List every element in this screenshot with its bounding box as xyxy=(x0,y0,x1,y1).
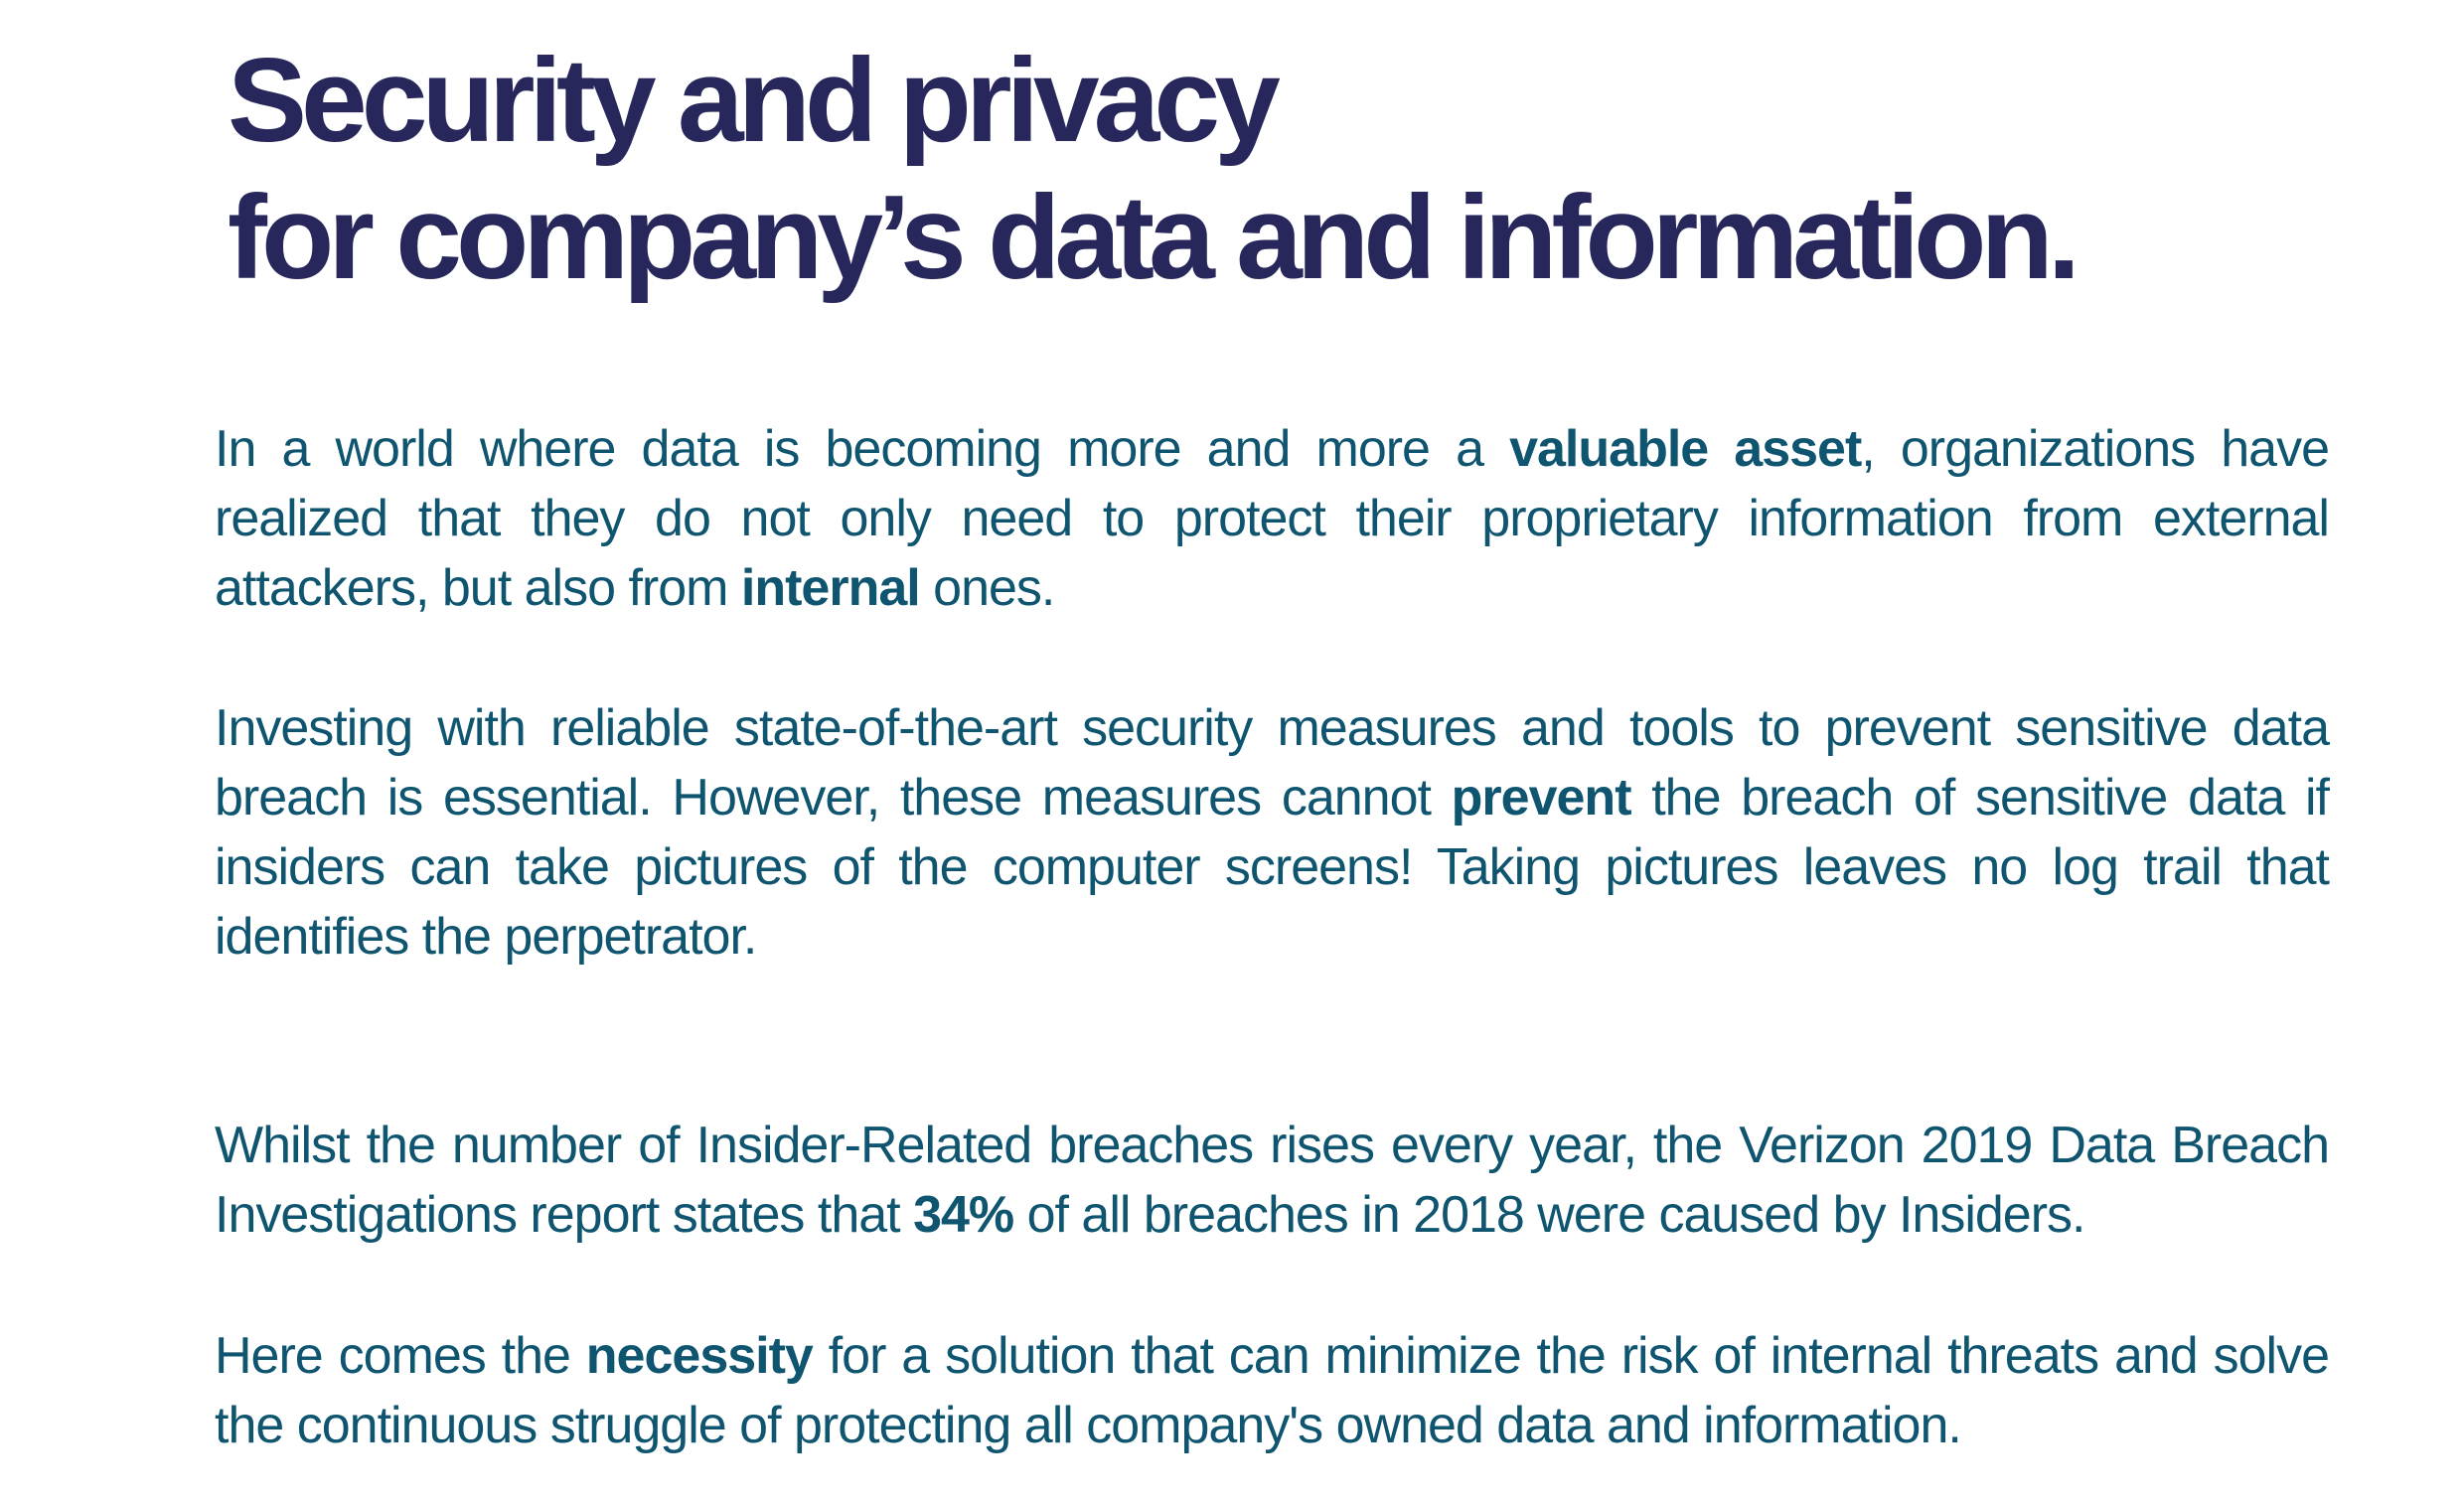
title-line-1: Security and privacy xyxy=(228,34,1281,167)
page-title: Security and privacy for company’s data … xyxy=(228,32,2080,306)
p2-emphasis-prevent: prevent xyxy=(1451,769,1632,826)
paragraph-valuable-asset: In a world where data is becoming more a… xyxy=(215,414,2330,623)
p3-emphasis-percentage: 34% xyxy=(913,1186,1014,1244)
p4-emphasis-necessity: necessity xyxy=(585,1327,814,1385)
paragraph-necessity: Here comes the necessity for a solution … xyxy=(215,1321,2330,1460)
p1-text-e: ones. xyxy=(919,559,1055,617)
title-line-2: for company’s data and information. xyxy=(228,171,2080,304)
paragraph-verizon-report: Whilst the number of Insider-Related bre… xyxy=(215,1111,2330,1250)
p4-text-a: Here comes the xyxy=(215,1327,586,1385)
p1-text-a: In a world where data is becoming more a… xyxy=(215,420,1510,478)
p3-text-c: of all breaches in 2018 were caused by I… xyxy=(1013,1186,2086,1244)
p1-emphasis-valuable-asset: valuable asset xyxy=(1509,420,1862,478)
p1-emphasis-internal: internal xyxy=(740,559,921,617)
paragraph-security-measures: Investing with reliable state-of-the-art… xyxy=(215,693,2330,972)
